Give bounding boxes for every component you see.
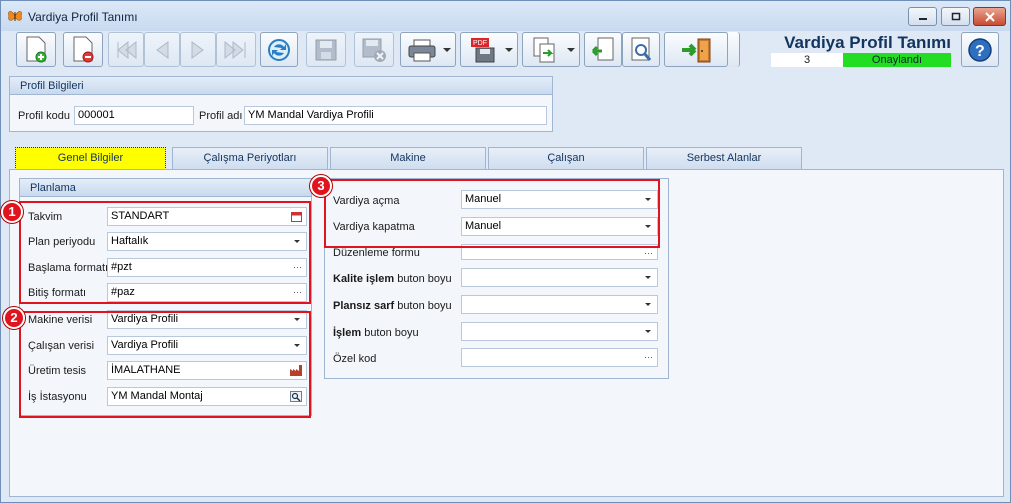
delete-document-icon <box>73 36 94 62</box>
exit-dropdown-button[interactable] <box>728 32 740 67</box>
pdf-export-icon: PDF <box>471 37 495 62</box>
toolbar: PDF <box>16 32 756 68</box>
last-record-icon <box>224 40 246 59</box>
profil-kodu-label: Profil kodu <box>18 110 70 122</box>
next-record-icon <box>191 40 204 59</box>
import-button[interactable] <box>584 32 622 67</box>
settings-button[interactable] <box>622 32 660 67</box>
group-title: Profil Bilgileri <box>10 77 552 95</box>
svg-text:?: ? <box>975 43 985 60</box>
copy-icon <box>533 37 555 62</box>
document-number: 3 <box>771 53 843 67</box>
close-icon <box>984 11 995 22</box>
highlight-box-2 <box>19 311 311 418</box>
islem-buton-label: İşlem buton boyu <box>333 327 419 339</box>
window-title: Vardiya Profil Tanımı <box>28 10 138 24</box>
save-close-button[interactable] <box>354 32 394 67</box>
chevron-down-icon <box>505 48 513 52</box>
first-record-button[interactable] <box>108 32 144 67</box>
annotation-badge-1: 1 <box>1 201 23 223</box>
delete-button[interactable] <box>63 32 103 67</box>
save-icon <box>315 39 337 60</box>
minimize-icon <box>918 17 927 20</box>
plansiz-sarf-label: Plansız sarf buton boyu <box>333 300 452 312</box>
refresh-icon <box>268 38 290 61</box>
status-badge: Onaylandı <box>843 53 951 67</box>
kalite-islem-label: Kalite işlem buton boyu <box>333 273 452 285</box>
exit-button[interactable] <box>664 32 728 67</box>
profil-kodu-input[interactable]: 000001 <box>74 106 194 125</box>
next-record-button[interactable] <box>180 32 216 67</box>
exit-icon <box>682 38 711 62</box>
pdf-export-button[interactable]: PDF <box>460 32 518 67</box>
maximize-button[interactable] <box>941 7 970 26</box>
chevron-down-icon <box>567 48 575 52</box>
help-button[interactable]: ? <box>961 32 999 67</box>
main-window: Vardiya Profil Tanımı PDF Vardiya Profil… <box>0 0 1011 503</box>
import-icon <box>591 37 614 60</box>
ellipsis-icon[interactable]: ··· <box>644 349 653 366</box>
title-bar: Vardiya Profil Tanımı <box>1 1 1010 31</box>
first-record-icon <box>117 40 137 59</box>
profil-adi-label: Profil adı <box>199 110 243 122</box>
svg-text:PDF: PDF <box>473 40 487 47</box>
chevron-down-icon <box>443 48 451 52</box>
kalite-islem-select[interactable] <box>461 268 658 287</box>
profil-bilgileri-group: Profil Bilgileri Profil kodu 000001 Prof… <box>9 76 553 132</box>
group-title: Planlama <box>20 179 311 197</box>
new-button[interactable] <box>16 32 56 67</box>
tab-makine[interactable]: Makine <box>330 147 486 169</box>
plansiz-sarf-select[interactable] <box>461 295 658 314</box>
save-close-icon <box>362 38 386 62</box>
highlight-box-3 <box>324 179 660 248</box>
tab-calisan[interactable]: Çalışan <box>488 147 644 169</box>
ozel-kod-label: Özel kod <box>333 353 377 365</box>
islem-buton-select[interactable] <box>461 322 658 341</box>
refresh-button[interactable] <box>260 32 298 67</box>
previous-record-icon <box>156 40 169 59</box>
previous-record-button[interactable] <box>144 32 180 67</box>
new-document-icon <box>26 36 47 62</box>
minimize-button[interactable] <box>908 7 937 26</box>
save-button[interactable] <box>306 32 346 67</box>
tab-serbest-alanlar[interactable]: Serbest Alanlar <box>646 147 802 169</box>
annotation-badge-3: 3 <box>310 175 332 197</box>
profil-adi-input[interactable]: YM Mandal Vardiya Profili <box>244 106 547 125</box>
duzenleme-formu-label: Düzenleme formu <box>333 247 420 259</box>
chevron-down-icon <box>645 330 651 333</box>
last-record-button[interactable] <box>216 32 256 67</box>
print-button[interactable] <box>400 32 456 67</box>
ozel-kod-input[interactable]: ··· <box>461 348 658 367</box>
highlight-box-1 <box>19 201 311 304</box>
chevron-down-icon <box>645 276 651 279</box>
butterfly-icon <box>8 11 22 21</box>
close-button[interactable] <box>973 7 1006 26</box>
tab-calisma-periyotlari[interactable]: Çalışma Periyotları <box>172 147 328 169</box>
print-icon <box>408 39 436 61</box>
copy-button[interactable] <box>522 32 580 67</box>
page-title: Vardiya Profil Tanımı <box>784 33 951 52</box>
chevron-down-icon <box>645 303 651 306</box>
annotation-badge-2: 2 <box>3 307 25 329</box>
help-icon: ? <box>968 37 992 62</box>
settings-icon <box>631 37 652 61</box>
tab-genel-bilgiler[interactable]: Genel Bilgiler <box>15 147 166 170</box>
maximize-icon <box>951 12 960 21</box>
